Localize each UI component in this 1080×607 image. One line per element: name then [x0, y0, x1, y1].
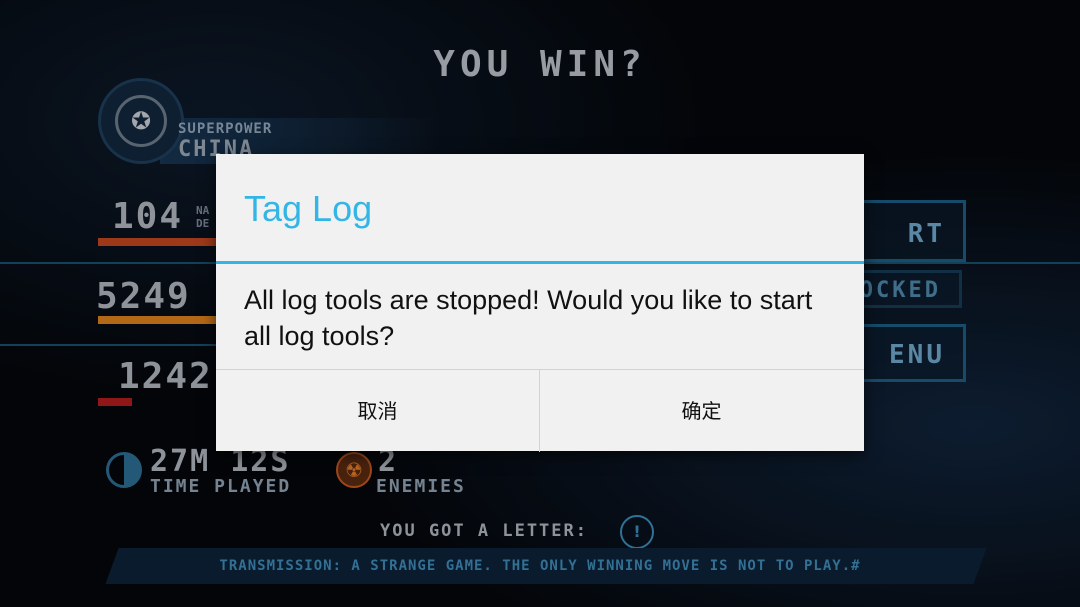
- dialog-title-divider: [216, 261, 864, 264]
- cancel-button[interactable]: 取消: [216, 370, 540, 452]
- tag-log-dialog: Tag Log All log tools are stopped! Would…: [216, 154, 864, 452]
- dialog-message: All log tools are stopped! Would you lik…: [244, 285, 813, 351]
- dialog-button-row: 取消 确定: [216, 369, 864, 452]
- dialog-title: Tag Log: [244, 188, 373, 229]
- ok-button[interactable]: 确定: [540, 370, 863, 452]
